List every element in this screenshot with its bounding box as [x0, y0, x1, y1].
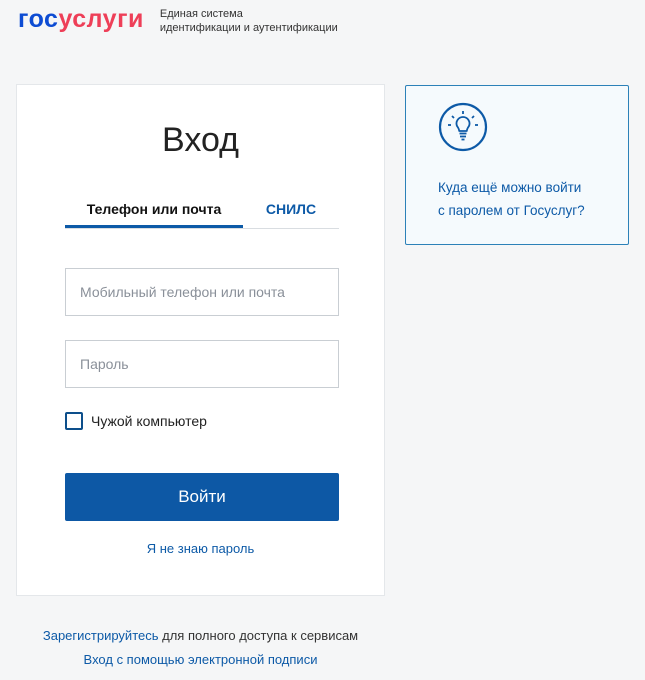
login-card: Вход Телефон или почта СНИЛС Чужой компь…	[16, 84, 385, 596]
system-title-line1: Единая система	[159, 8, 243, 20]
phone-email-input[interactable]	[65, 268, 339, 316]
system-title-line2: идентификации и аутентификации	[159, 22, 338, 34]
foreign-computer-checkbox[interactable]	[65, 412, 83, 430]
page-title: Вход	[162, 121, 239, 159]
gosuslugi-logo[interactable]: госуслуги	[18, 5, 144, 33]
foreign-computer-row[interactable]: Чужой компьютер	[65, 412, 207, 430]
header: госуслуги Единая система идентификации и…	[18, 4, 338, 35]
tab-snils[interactable]: СНИЛС	[243, 198, 339, 228]
forgot-password-link[interactable]: Я не знаю пароль	[17, 541, 384, 556]
password-input[interactable]	[65, 340, 339, 388]
register-link[interactable]: Зарегистрируйтесь	[43, 628, 159, 643]
system-title: Единая система идентификации и аутентифи…	[160, 7, 338, 35]
info-box[interactable]: Куда ещё можно войти с паролем от Госусл…	[405, 85, 629, 245]
info-line1: Куда ещё можно войти	[438, 180, 582, 195]
register-row: Зарегистрируйтесь для полного доступа к …	[16, 624, 385, 648]
signature-login-link[interactable]: Вход с помощью электронной подписи	[84, 652, 318, 667]
lightbulb-icon	[438, 102, 488, 152]
foreign-computer-label[interactable]: Чужой компьютер	[91, 413, 207, 429]
logo-part-gos: гос	[18, 5, 59, 33]
info-line2: с паролем от Госуслуг?	[438, 203, 585, 218]
login-tabs: Телефон или почта СНИЛС	[65, 198, 339, 229]
info-link[interactable]: Куда ещё можно войти с паролем от Госусл…	[438, 176, 585, 222]
logo-part-uslugi: услуги	[58, 5, 144, 33]
bottom-links: Зарегистрируйтесь для полного доступа к …	[16, 624, 385, 672]
register-text: для полного доступа к сервисам	[158, 628, 359, 643]
login-button[interactable]: Войти	[65, 473, 339, 521]
tab-phone-email[interactable]: Телефон или почта	[65, 198, 243, 228]
